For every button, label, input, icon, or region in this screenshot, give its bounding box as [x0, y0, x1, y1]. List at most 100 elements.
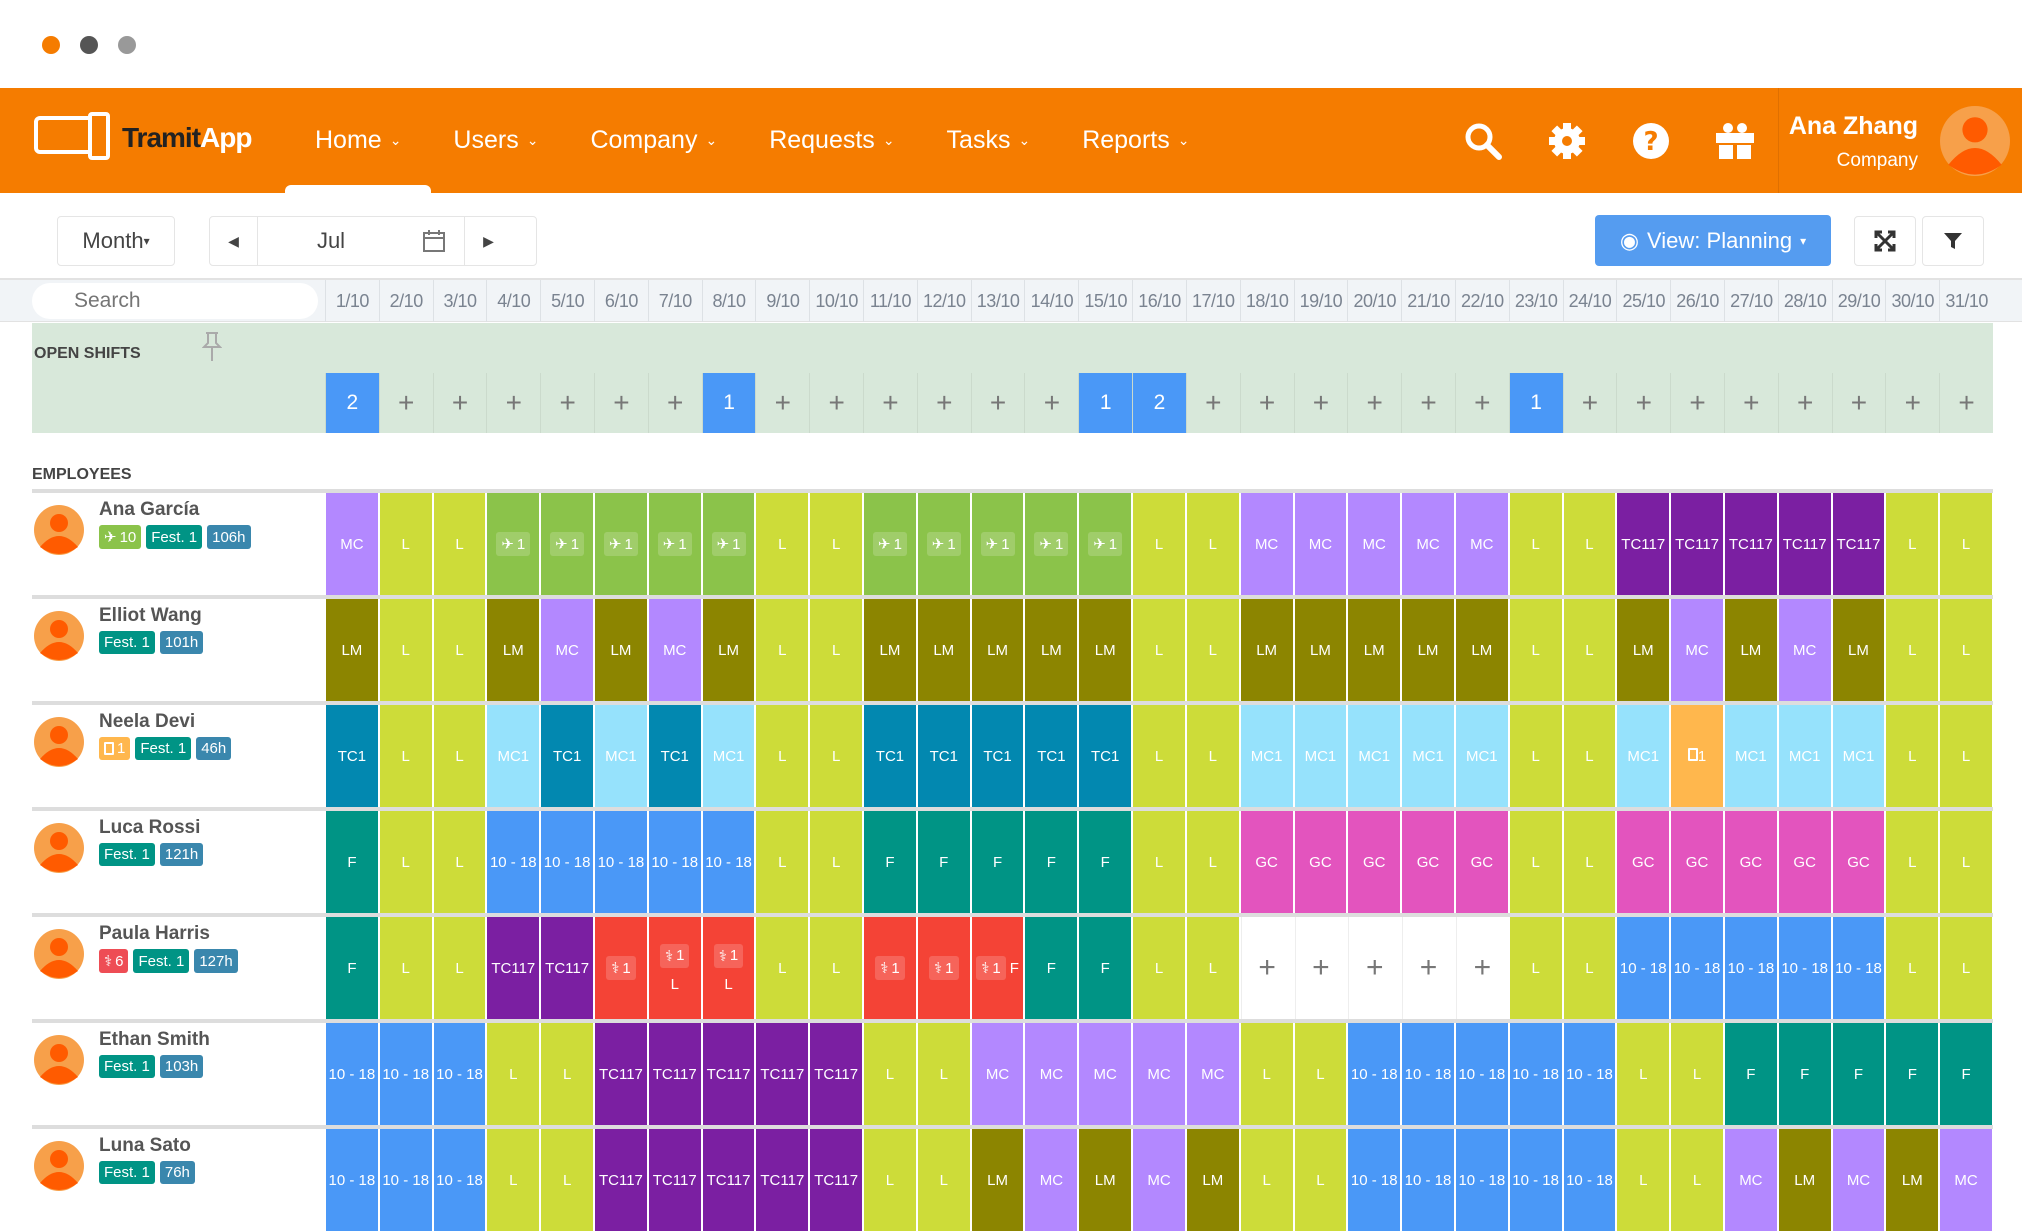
employee-avatar[interactable] [34, 611, 84, 661]
shift-cell[interactable]: 10 - 18 [541, 811, 594, 913]
shift-cell[interactable]: F [1025, 917, 1078, 1019]
add-open-shift-button[interactable]: + [378, 373, 433, 433]
vacation-absence-cell[interactable]: ✈ 1 [487, 493, 540, 595]
shift-cell[interactable]: TC117 [1778, 493, 1831, 595]
sick-absence-cell[interactable]: ⚕ 1 L [648, 917, 701, 1019]
shift-cell[interactable]: MC1 [1402, 705, 1454, 807]
shift-cell[interactable]: 10 - 18 [1455, 1023, 1508, 1125]
shift-cell[interactable]: GC [1724, 811, 1777, 913]
shift-cell[interactable]: GC [1455, 811, 1508, 913]
shift-cell[interactable]: MC1 [1455, 705, 1508, 807]
shift-cell[interactable]: L [756, 705, 809, 807]
shift-cell[interactable]: TC1 [541, 705, 594, 807]
next-month-button[interactable]: ▶ [464, 217, 512, 265]
calendar-icon[interactable] [404, 229, 464, 253]
shift-cell[interactable]: LM [971, 1129, 1024, 1231]
nav-reports[interactable]: Reports ⌄ [1062, 88, 1209, 193]
nav-home[interactable]: Home ⌄ [284, 88, 432, 193]
employee-avatar[interactable] [34, 1141, 84, 1191]
shift-cell[interactable]: L [1563, 917, 1616, 1019]
vacation-absence-cell[interactable]: ✈ 1 [595, 493, 647, 595]
employee-avatar[interactable] [34, 717, 84, 767]
employee-avatar[interactable] [34, 1035, 84, 1085]
shift-cell[interactable]: L [1563, 705, 1616, 807]
shift-cell[interactable]: MC [326, 493, 378, 595]
shift-cell[interactable]: MC [1832, 1129, 1885, 1231]
shift-cell[interactable]: F [864, 811, 916, 913]
shift-cell[interactable]: L [1563, 493, 1616, 595]
shift-cell[interactable]: L [864, 1023, 916, 1125]
add-open-shift-button[interactable]: + [1723, 373, 1778, 433]
shift-cell[interactable]: TC1 [917, 705, 970, 807]
shift-cell[interactable]: MC [1671, 599, 1723, 701]
shift-cell[interactable]: L [487, 1023, 540, 1125]
shift-cell[interactable]: MC [1186, 1023, 1239, 1125]
add-open-shift-button[interactable]: + [809, 373, 863, 433]
shift-cell[interactable]: L [917, 1129, 970, 1231]
add-open-shift-button[interactable]: + [916, 373, 971, 433]
shift-cell[interactable]: GC [1671, 811, 1723, 913]
shift-cell[interactable]: GC [1832, 811, 1885, 913]
vacation-absence-cell[interactable]: ✈ 1 [917, 493, 970, 595]
shift-cell[interactable]: F [1025, 811, 1078, 913]
add-open-shift-button[interactable]: + [540, 373, 594, 433]
shift-cell[interactable]: L [1617, 1023, 1670, 1125]
shift-cell[interactable]: L [1563, 599, 1616, 701]
add-open-shift-button[interactable]: + [1239, 373, 1294, 433]
add-open-shift-button[interactable]: + [863, 373, 917, 433]
shift-cell[interactable]: TC117 [810, 1023, 863, 1125]
vacation-absence-cell[interactable]: ✈ 1 [864, 493, 916, 595]
nav-requests[interactable]: Requests ⌄ [749, 88, 914, 193]
shift-cell[interactable]: TC1 [1079, 705, 1132, 807]
shift-cell[interactable]: TC1 [864, 705, 916, 807]
shift-cell[interactable]: TC117 [648, 1023, 701, 1125]
shift-cell[interactable]: L [1886, 599, 1939, 701]
shift-cell[interactable]: GC [1348, 811, 1401, 913]
shift-cell[interactable]: L [379, 917, 432, 1019]
shift-cell[interactable]: L [810, 811, 863, 913]
shift-cell[interactable]: TC117 [756, 1023, 809, 1125]
shift-cell[interactable]: L [433, 493, 486, 595]
shift-cell[interactable]: L [756, 917, 809, 1019]
shift-cell[interactable]: L [379, 705, 432, 807]
add-open-shift-button[interactable]: + [1562, 373, 1617, 433]
vacation-absence-cell[interactable]: ✈ 1 [971, 493, 1024, 595]
shift-cell[interactable]: L [810, 599, 863, 701]
shift-cell[interactable]: MC1 [1832, 705, 1885, 807]
shift-cell[interactable]: 10 - 18 [1402, 1023, 1454, 1125]
shift-cell[interactable]: MC1 [1240, 705, 1293, 807]
search-icon[interactable] [1460, 118, 1506, 164]
open-shift-count[interactable]: 1 [1078, 373, 1133, 433]
shift-cell[interactable]: 10 - 18 [1509, 1023, 1562, 1125]
shift-cell[interactable]: 10 - 18 [379, 1129, 432, 1231]
shift-cell[interactable]: F [1079, 917, 1132, 1019]
shift-cell[interactable]: MC [1133, 1129, 1185, 1231]
shift-cell[interactable]: TC117 [595, 1023, 647, 1125]
shift-cell[interactable]: LM [1079, 599, 1132, 701]
vacation-absence-cell[interactable]: ✈ 1 [648, 493, 701, 595]
add-shift-button[interactable]: + [1294, 917, 1347, 1019]
shift-cell[interactable]: F [1079, 811, 1132, 913]
shift-cell[interactable]: MC [1724, 1129, 1777, 1231]
nav-users[interactable]: Users ⌄ [433, 88, 558, 193]
shift-cell[interactable]: MC [541, 599, 594, 701]
sick-absence-cell[interactable]: ⚕ 1 [864, 917, 916, 1019]
add-open-shift-button[interactable]: + [1616, 373, 1670, 433]
add-open-shift-button[interactable]: + [432, 373, 487, 433]
shift-cell[interactable]: L [1240, 1023, 1293, 1125]
shift-cell[interactable]: TC117 [702, 1129, 755, 1231]
shift-cell[interactable]: LM [917, 599, 970, 701]
shift-cell[interactable]: L [433, 599, 486, 701]
sick-absence-cell[interactable]: ⚕ 1 L [702, 917, 755, 1019]
shift-cell[interactable]: F [1778, 1023, 1831, 1125]
shift-cell[interactable]: TC1 [971, 705, 1024, 807]
shift-cell[interactable]: L [1671, 1023, 1723, 1125]
sick-absence-cell[interactable]: ⚕ 1 [595, 917, 647, 1019]
nav-company[interactable]: Company ⌄ [570, 88, 737, 193]
shift-cell[interactable]: TC117 [702, 1023, 755, 1125]
shift-cell[interactable]: LM [1079, 1129, 1132, 1231]
shift-cell[interactable]: 10 - 18 [326, 1023, 378, 1125]
add-open-shift-button[interactable]: + [1024, 373, 1078, 433]
shift-cell[interactable]: L [756, 493, 809, 595]
shift-cell[interactable]: L [1186, 811, 1239, 913]
